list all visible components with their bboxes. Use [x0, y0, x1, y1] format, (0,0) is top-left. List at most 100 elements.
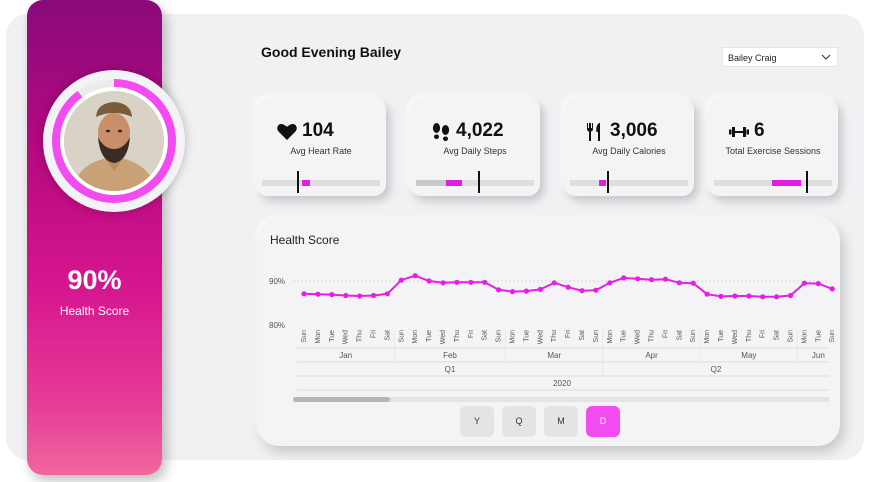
data-point: [551, 280, 557, 286]
data-point: [815, 281, 821, 287]
data-point: [704, 291, 710, 297]
x-tick-label: Tue: [329, 330, 336, 342]
x-tick-label: Sun: [788, 330, 795, 343]
data-point: [329, 292, 335, 298]
quarter-label: Q1: [445, 365, 456, 374]
drill-quarter-button[interactable]: Q: [502, 406, 536, 437]
data-point: [426, 278, 432, 284]
drill-day-button[interactable]: D: [586, 406, 620, 437]
month-label: Jun: [812, 351, 825, 360]
y-tick-label: 80%: [269, 321, 285, 330]
data-point: [732, 293, 738, 299]
x-tick-label: Sat: [774, 330, 781, 341]
x-tick-label: Thu: [551, 330, 558, 342]
month-label: Mar: [547, 351, 561, 360]
data-point: [523, 288, 529, 294]
x-tick-label: Tue: [523, 330, 530, 342]
x-tick-label: Sat: [384, 330, 391, 341]
kpi-value: 104: [302, 120, 334, 141]
user-select-dropdown[interactable]: Bailey Craig: [722, 47, 838, 67]
year-label: 2020: [553, 379, 571, 388]
drill-year-button[interactable]: Y: [460, 406, 494, 437]
data-point: [662, 276, 668, 282]
data-point: [774, 294, 780, 300]
kpi-card-daily-steps: 4,022 Avg Daily Steps: [410, 98, 540, 196]
kpi-label: Avg Heart Rate: [290, 146, 352, 156]
chart-scrollbar[interactable]: [293, 397, 830, 402]
data-point: [496, 287, 502, 293]
avatar-frame: [60, 87, 168, 195]
kpi-progress-track: [570, 171, 688, 193]
data-point: [301, 291, 307, 297]
x-tick-label: Mon: [315, 330, 322, 344]
fork-knife-icon: [587, 123, 600, 141]
data-point: [801, 280, 808, 286]
chevron-down-icon: [821, 54, 831, 60]
x-tick-label: Tue: [815, 330, 822, 342]
x-tick-label: Wed: [732, 330, 739, 344]
health-score-value: 90%: [67, 265, 122, 295]
sidebar: 90% Health Score: [27, 0, 185, 475]
kpi-progress-track: [262, 171, 380, 193]
x-tick-label: Tue: [426, 330, 433, 342]
x-tick-label: Tue: [718, 330, 725, 342]
data-point: [787, 292, 794, 299]
greeting-title: Good Evening Bailey: [261, 44, 402, 60]
chart-scrollbar-thumb[interactable]: [293, 397, 390, 402]
kpi-progress-track: [416, 171, 534, 193]
x-tick-label: Fri: [760, 330, 767, 339]
avatar-ring-container: [43, 70, 185, 212]
kpi-progress-fill: [302, 180, 310, 186]
x-tick-label: Mon: [704, 330, 711, 344]
x-tick-label: Wed: [635, 330, 642, 344]
kpi-target-marker: [297, 171, 299, 193]
kpi-progress-fill: [772, 180, 801, 186]
data-point: [635, 276, 641, 282]
health-score-ring: [52, 79, 176, 203]
x-tick-label: Sun: [690, 330, 697, 343]
x-tick-label: Wed: [537, 330, 544, 344]
y-tick-label: 90%: [269, 277, 285, 286]
heart-icon: [277, 124, 297, 140]
data-point: [370, 292, 377, 299]
month-label: Feb: [443, 351, 457, 360]
data-point: [607, 280, 613, 286]
health-score-label: Health Score: [59, 304, 130, 318]
x-tick-label: Sat: [579, 330, 586, 341]
footsteps-icon: [432, 123, 450, 142]
data-point: [718, 293, 724, 299]
data-point: [579, 288, 585, 294]
kpi-label: Total Exercise Sessions: [725, 146, 821, 156]
data-point: [357, 293, 363, 299]
data-point: [412, 273, 418, 279]
kpi-target-marker: [607, 171, 609, 193]
data-point: [454, 279, 460, 285]
x-tick-label: Sun: [829, 330, 836, 343]
x-tick-label: Sun: [496, 330, 503, 343]
data-point: [621, 275, 627, 281]
kpi-value: 3,006: [610, 120, 658, 141]
kpi-card-heart-rate: 104 Avg Heart Rate: [256, 98, 386, 196]
kpi-card-daily-calories: 3,006 Avg Daily Calories: [564, 98, 694, 196]
drill-month-button[interactable]: M: [544, 406, 578, 437]
data-point: [482, 279, 488, 285]
x-tick-label: Sat: [482, 330, 489, 341]
data-point: [384, 291, 390, 297]
data-point: [398, 277, 404, 283]
data-point: [760, 294, 766, 300]
data-point: [537, 286, 543, 292]
month-label: Apr: [645, 351, 658, 360]
x-tick-label: Sun: [301, 330, 308, 343]
kpi-progress-fill: [446, 180, 462, 186]
x-tick-label: Thu: [649, 330, 656, 342]
kpi-progress-track: [714, 171, 832, 193]
data-point: [468, 279, 474, 285]
dumbbell-icon: [729, 127, 749, 137]
data-point: [829, 286, 835, 292]
x-tick-label: Fri: [468, 330, 475, 339]
x-tick-label: Thu: [357, 330, 364, 342]
data-point: [690, 280, 696, 286]
x-tick-label: Sun: [398, 330, 405, 343]
data-point: [565, 284, 571, 290]
x-tick-label: Fri: [565, 330, 572, 339]
